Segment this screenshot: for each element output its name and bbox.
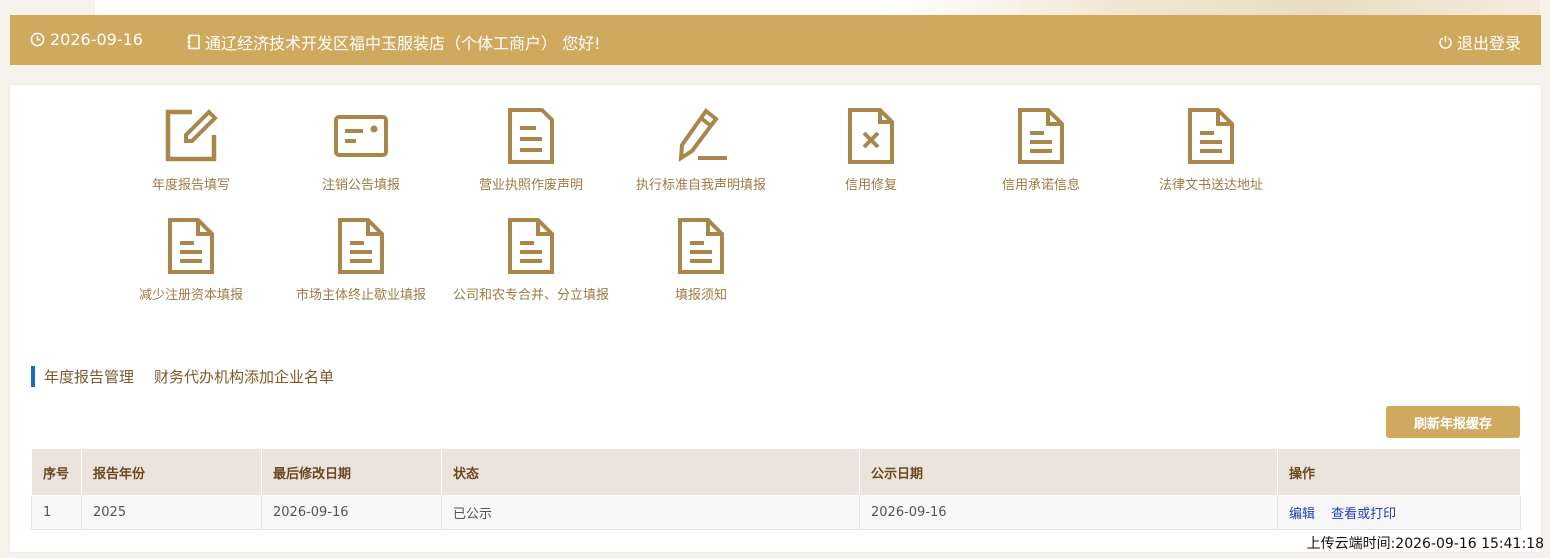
tile-filing-notice[interactable]: 填报须知 (616, 217, 786, 303)
cell-status: 已公示 (441, 495, 860, 530)
cell-modified: 2026-09-16 (261, 495, 442, 530)
main-panel: 年度报告填写 注销公告填报 营业执照作废声明 执行标准自我声明填报 信用修复 信… (10, 85, 1541, 552)
tile-label: 营业执照作废声明 (478, 178, 583, 193)
reports-table: 序号 报告年份 最后修改日期 状态 公示日期 操作 1 2025 2026-09… (31, 448, 1521, 530)
tile-label: 填报须知 (674, 288, 727, 303)
greeting-text: 通辽经济技术开发区福中玉服装店（个体工商户） 您好! (205, 34, 601, 53)
document-icon (956, 107, 1126, 165)
column-header-index: 序号 (31, 448, 82, 496)
tile-credit-repair[interactable]: 信用修复 (786, 107, 956, 193)
document-icon (446, 217, 616, 275)
edit-icon (106, 107, 276, 165)
tile-label: 信用承诺信息 (1001, 178, 1080, 193)
header-date-text: 2026-09-16 (50, 30, 143, 49)
top-banner-decoration (95, 0, 1540, 15)
document-icon (276, 217, 446, 275)
tab-annual-report-management[interactable]: 年度报告管理 (44, 366, 134, 387)
cell-index: 1 (31, 495, 82, 530)
tile-cancel-notice[interactable]: 注销公告填报 (276, 107, 446, 193)
document-icon (106, 217, 276, 275)
column-header-modified: 最后修改日期 (261, 448, 442, 496)
cell-year: 2025 (81, 495, 262, 530)
section-tabs: 年度报告管理 财务代办机构添加企业名单 (31, 365, 354, 387)
tile-label: 市场主体终止歇业填报 (295, 288, 426, 303)
logout-button[interactable]: 退出登录 (1438, 30, 1521, 54)
header-greeting: 通辽经济技术开发区福中玉服装店（个体工商户） 您好! (187, 30, 601, 54)
table-header-row: 序号 报告年份 最后修改日期 状态 公示日期 操作 (31, 448, 1521, 496)
tile-suspension[interactable]: 市场主体终止歇业填报 (276, 217, 446, 303)
upload-time: 上传云端时间:2026-09-16 15:41:18 (1306, 536, 1544, 552)
tile-standard-declaration[interactable]: 执行标准自我声明填报 (616, 107, 786, 193)
column-header-status: 状态 (441, 448, 860, 496)
cell-published: 2026-09-16 (859, 495, 1278, 530)
active-tab-indicator (31, 365, 35, 387)
store-icon (187, 34, 201, 50)
tile-label: 减少注册资本填报 (138, 288, 243, 303)
tile-label: 公司和农专合并、分立填报 (452, 288, 609, 303)
header-date: 2026-09-16 (30, 30, 143, 49)
tile-license-void[interactable]: 营业执照作废声明 (446, 107, 616, 193)
pencil-icon (616, 107, 786, 165)
tile-credit-commitment[interactable]: 信用承诺信息 (956, 107, 1126, 193)
refresh-cache-button[interactable]: 刷新年报缓存 (1386, 406, 1520, 438)
edit-link[interactable]: 编辑 (1289, 507, 1315, 522)
document-icon (446, 107, 616, 165)
column-header-actions: 操作 (1277, 448, 1521, 496)
tile-label: 执行标准自我声明填报 (635, 178, 766, 193)
cell-actions: 编辑 查看或打印 (1277, 495, 1521, 530)
clock-icon (30, 32, 45, 47)
tile-label: 注销公告填报 (321, 178, 400, 193)
tile-merger-split[interactable]: 公司和农专合并、分立填报 (446, 217, 616, 303)
tile-label: 法律文书送达地址 (1158, 178, 1263, 193)
tile-capital-reduction[interactable]: 减少注册资本填报 (106, 217, 276, 303)
document-icon (616, 217, 786, 275)
tile-label: 年度报告填写 (151, 178, 230, 193)
tile-legal-address[interactable]: 法律文书送达地址 (1126, 107, 1296, 193)
tile-label: 信用修复 (844, 178, 897, 193)
view-print-link[interactable]: 查看或打印 (1331, 507, 1396, 522)
tile-annual-report[interactable]: 年度报告填写 (106, 107, 276, 193)
top-header: 2026-09-16 通辽经济技术开发区福中玉服装店（个体工商户） 您好! 退出… (10, 15, 1541, 65)
file-x-icon (786, 107, 956, 165)
document-icon (1126, 107, 1296, 165)
power-icon (1438, 35, 1453, 50)
id-card-icon (276, 107, 446, 165)
logout-label: 退出登录 (1456, 34, 1521, 53)
column-header-published: 公示日期 (859, 448, 1278, 496)
tab-agency-company-list[interactable]: 财务代办机构添加企业名单 (154, 366, 334, 387)
table-row: 1 2025 2026-09-16 已公示 2026-09-16 编辑 查看或打… (31, 495, 1521, 530)
column-header-year: 报告年份 (81, 448, 262, 496)
